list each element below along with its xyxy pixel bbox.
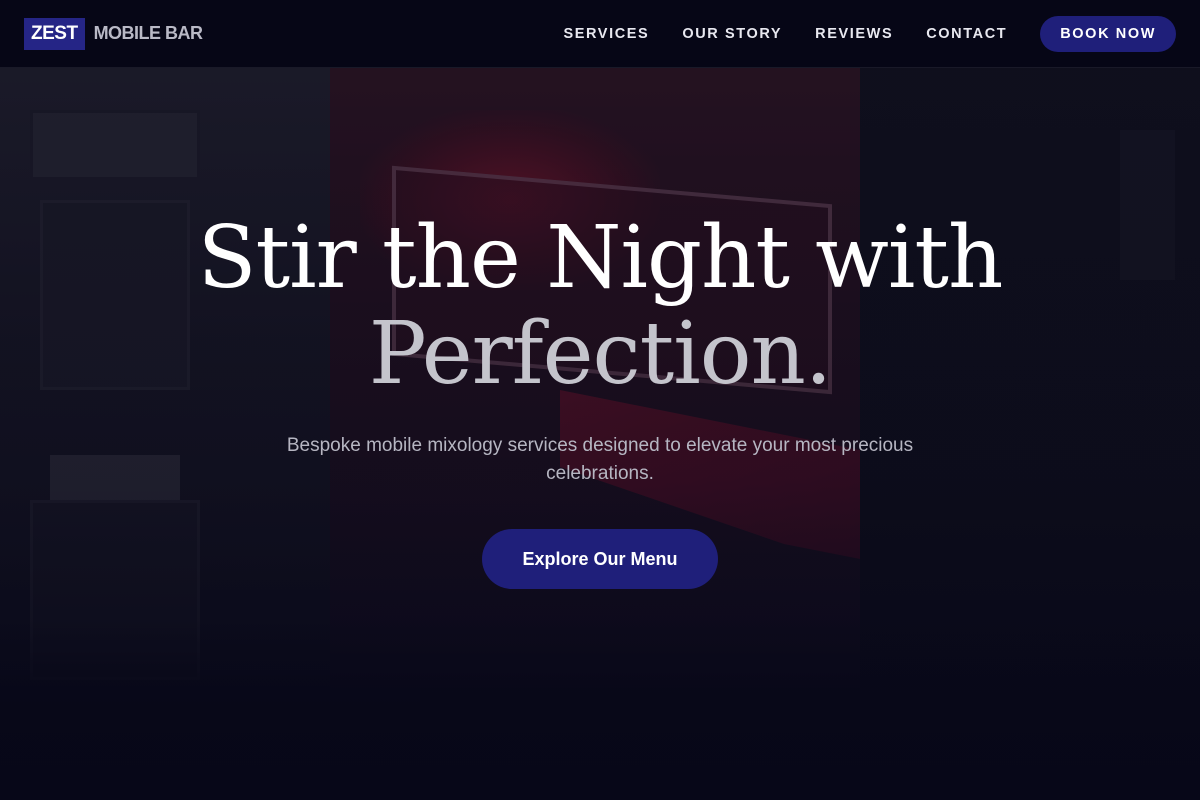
hero-headline-line1: Stir the Night with xyxy=(197,208,1004,308)
hero-headline: Stir the Night with Perfection. xyxy=(0,210,1200,402)
nav-link-contact[interactable]: CONTACT xyxy=(926,26,1007,42)
logo-text: MOBILE BAR xyxy=(93,23,204,43)
logo-mark: ZEST xyxy=(24,17,85,50)
nav-link-reviews[interactable]: REVIEWS xyxy=(815,26,893,42)
top-navbar: ZEST MOBILE BAR SERVICES OUR STORY REVIE… xyxy=(0,0,1200,68)
hero-section: Stir the Night with Perfection. Bespoke … xyxy=(0,210,1200,589)
nav-links: SERVICES OUR STORY REVIEWS CONTACT BOOK … xyxy=(563,15,1176,52)
nav-link-services[interactable]: SERVICES xyxy=(563,26,649,42)
hero-subtitle: Bespoke mobile mixology services designe… xyxy=(286,435,914,484)
nav-link-our-story[interactable]: OUR STORY xyxy=(682,26,782,42)
book-now-button[interactable]: BOOK NOW xyxy=(1040,15,1176,52)
hero-headline-line2: Perfection. xyxy=(368,304,832,404)
explore-menu-button[interactable]: Explore Our Menu xyxy=(482,529,718,589)
brand-logo[interactable]: ZEST MOBILE BAR xyxy=(24,17,204,50)
